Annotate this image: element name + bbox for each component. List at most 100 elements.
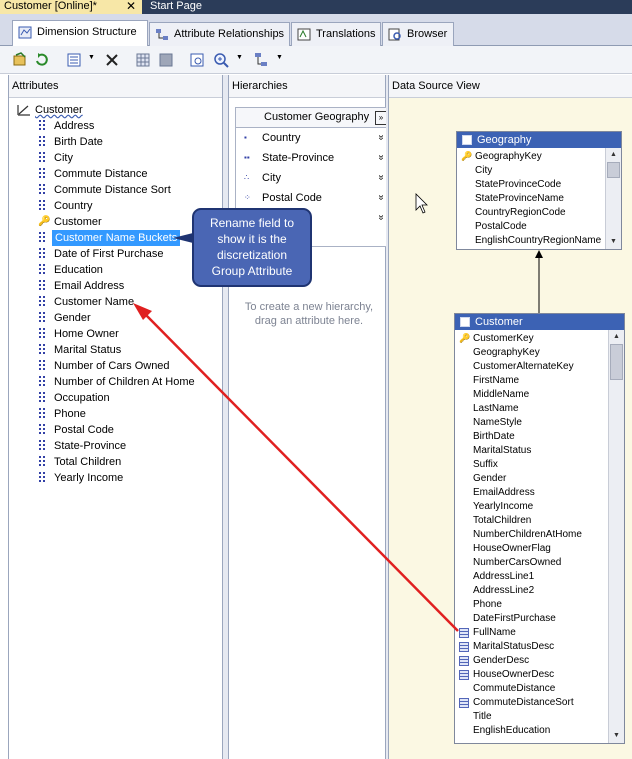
hierarchy-level[interactable]: Country: [262, 130, 301, 146]
dimension-root[interactable]: Customer: [35, 102, 83, 118]
attribute-item[interactable]: Number of Children At Home: [54, 374, 195, 390]
table-column[interactable]: City: [475, 164, 492, 178]
hierarchy-level[interactable]: State-Province: [262, 150, 334, 166]
attribute-item[interactable]: Commute Distance: [54, 166, 148, 182]
scrollbar[interactable]: ▲ ▼: [608, 330, 624, 743]
table-column[interactable]: CommuteDistance: [473, 682, 555, 696]
attribute-item[interactable]: Gender: [54, 310, 91, 326]
customer-table[interactable]: Customer 🔑 CustomerKey GeographyKey Custome…: [454, 313, 625, 744]
attribute-item[interactable]: Birth Date: [54, 134, 103, 150]
table-header[interactable]: Customer: [455, 314, 624, 330]
dropdown-arrow-icon[interactable]: ▼: [276, 54, 283, 61]
table-column[interactable]: MaritalStatus: [473, 444, 531, 458]
attribute-item[interactable]: City: [54, 150, 73, 166]
process-icon[interactable]: [12, 52, 28, 68]
table-column[interactable]: StateProvinceName: [475, 192, 564, 206]
table-column[interactable]: LastName: [473, 402, 519, 416]
table-column[interactable]: CustomerAlternateKey: [473, 360, 574, 374]
attribute-item[interactable]: Date of First Purchase: [54, 246, 163, 262]
table-column[interactable]: Gender: [473, 472, 506, 486]
table-column[interactable]: Title: [473, 710, 492, 724]
table-column[interactable]: GenderDesc: [473, 654, 529, 668]
attribute-item[interactable]: Education: [54, 262, 103, 278]
table-column[interactable]: StateProvinceCode: [475, 178, 561, 192]
attribute-item[interactable]: Total Children: [54, 454, 121, 470]
table-column[interactable]: NumberChildrenAtHome: [473, 528, 582, 542]
table-column[interactable]: Phone: [473, 598, 502, 612]
tab-start-page[interactable]: Start Page: [146, 0, 216, 14]
dropdown-arrow-icon[interactable]: ▼: [88, 54, 95, 61]
expand-icon[interactable]: »: [375, 175, 386, 181]
table-column[interactable]: Suffix: [473, 458, 498, 472]
attribute-item[interactable]: Country: [54, 198, 93, 214]
table-column[interactable]: CommuteDistanceSort: [473, 696, 574, 710]
attribute-item[interactable]: Email Address: [54, 278, 124, 294]
tab-translations[interactable]: Translations: [291, 22, 381, 46]
table-column[interactable]: EmailAddress: [473, 486, 535, 500]
attribute-item[interactable]: Commute Distance Sort: [54, 182, 171, 198]
table-column[interactable]: FirstName: [473, 374, 519, 388]
expand-icon[interactable]: »: [375, 215, 386, 221]
dropdown-arrow-icon[interactable]: ▼: [236, 54, 243, 61]
grid-view-icon[interactable]: [135, 52, 151, 68]
tab-attribute-relationships[interactable]: Attribute Relationships: [149, 22, 290, 46]
table-column[interactable]: BirthDate: [473, 430, 515, 444]
scroll-up-icon[interactable]: ▲: [606, 148, 621, 162]
attribute-item[interactable]: Occupation: [54, 390, 110, 406]
zoom-to-fit-icon[interactable]: [189, 52, 205, 68]
geography-table[interactable]: Geography 🔑 GeographyKey City StateProvince…: [456, 131, 622, 250]
table-header[interactable]: Geography: [457, 132, 621, 148]
table-column[interactable]: DateFirstPurchase: [473, 612, 556, 626]
arrange-tables-icon[interactable]: [253, 52, 269, 68]
table-icon[interactable]: [158, 52, 174, 68]
table-column[interactable]: GeographyKey: [475, 150, 542, 164]
refresh-icon[interactable]: [34, 52, 50, 68]
attribute-item[interactable]: Postal Code: [54, 422, 114, 438]
table-column[interactable]: EnglishCountryRegionName: [475, 234, 601, 248]
table-column[interactable]: CountryRegionCode: [475, 206, 566, 220]
close-icon[interactable]: ✕: [124, 0, 138, 14]
attribute-item[interactable]: Number of Cars Owned: [54, 358, 170, 374]
attribute-item[interactable]: Customer Name: [54, 294, 134, 310]
table-column[interactable]: EnglishEducation: [473, 724, 550, 738]
table-column[interactable]: TotalChildren: [473, 514, 531, 528]
attribute-item[interactable]: Customer Name Buckets: [52, 230, 181, 246]
table-column[interactable]: PostalCode: [475, 220, 527, 234]
hierarchy-level[interactable]: City: [262, 170, 281, 186]
expand-icon[interactable]: »: [375, 155, 386, 161]
attribute-item[interactable]: Customer: [54, 214, 102, 230]
table-column[interactable]: MiddleName: [473, 388, 529, 402]
attribute-item[interactable]: Home Owner: [54, 326, 119, 342]
table-column[interactable]: GeographyKey: [473, 346, 540, 360]
tab-customer-online[interactable]: Customer [Online]*: [0, 0, 142, 14]
scroll-thumb[interactable]: [610, 344, 623, 380]
table-column[interactable]: CustomerKey: [473, 332, 534, 346]
attribute-item[interactable]: State-Province: [54, 438, 126, 454]
expand-icon[interactable]: »: [375, 135, 386, 141]
scroll-up-icon[interactable]: ▲: [609, 330, 624, 344]
attribute-item[interactable]: Address: [54, 118, 94, 134]
scroll-thumb[interactable]: [607, 162, 620, 178]
scroll-down-icon[interactable]: ▼: [609, 729, 624, 743]
attribute-item[interactable]: Marital Status: [54, 342, 121, 358]
tab-browser[interactable]: Browser: [382, 22, 454, 46]
table-column[interactable]: HouseOwnerDesc: [473, 668, 554, 682]
attribute-item[interactable]: Phone: [54, 406, 86, 422]
show-list-icon[interactable]: [66, 52, 82, 68]
table-column[interactable]: AddressLine1: [473, 570, 534, 584]
table-column[interactable]: NumberCarsOwned: [473, 556, 561, 570]
expand-icon[interactable]: »: [375, 195, 386, 201]
scroll-down-icon[interactable]: ▼: [606, 235, 621, 249]
tab-dimension-structure[interactable]: Dimension Structure: [12, 20, 148, 47]
table-column[interactable]: YearlyIncome: [473, 500, 533, 514]
table-column[interactable]: MaritalStatusDesc: [473, 640, 554, 654]
table-column[interactable]: NameStyle: [473, 416, 522, 430]
attribute-item[interactable]: Yearly Income: [54, 470, 123, 486]
delete-icon[interactable]: [104, 52, 120, 68]
scrollbar[interactable]: ▲ ▼: [605, 148, 621, 249]
hierarchy-title[interactable]: Customer Geography: [236, 108, 386, 128]
hierarchy-level[interactable]: Postal Code: [262, 190, 322, 206]
table-column[interactable]: AddressLine2: [473, 584, 534, 598]
table-column[interactable]: HouseOwnerFlag: [473, 542, 551, 556]
zoom-icon[interactable]: [213, 52, 229, 68]
